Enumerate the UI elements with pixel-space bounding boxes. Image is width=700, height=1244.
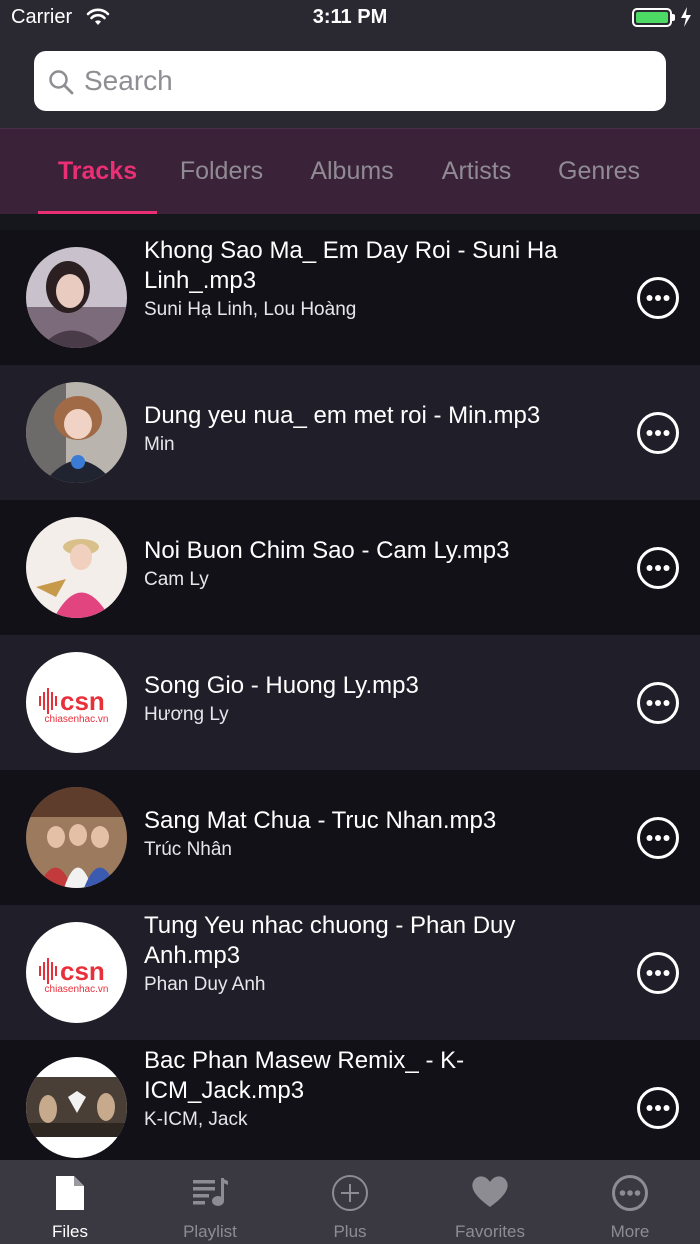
track-title: Khong Sao Ma_ Em Day Roi - Suni Ha Linh_… [144,237,558,294]
plus-circle-icon [332,1175,368,1211]
search-input[interactable] [84,51,644,111]
track-artist: Suni Hạ Linh, Lou Hoàng [144,299,357,320]
tab-label: Plus [333,1222,367,1241]
album-art [26,1057,127,1158]
album-art [26,382,127,483]
track-title: Song Gio - Huong Ly.mp3 [144,672,419,699]
more-options-icon[interactable] [636,276,680,320]
track-artist: Trúc Nhân [144,839,232,860]
track-artist: K-ICM, Jack [144,1109,248,1130]
heart-icon [472,1176,508,1207]
track-list[interactable]: Khong Sao Ma_ Em Day Roi - Suni Ha Linh_… [0,230,700,1160]
csn-logo-text: csn [60,686,105,716]
album-art [26,247,127,348]
track-row[interactable]: Bac Phan Masew Remix_ - K-ICM_Jack.mp3 K… [0,1040,700,1160]
csn-logo-subtext: chiasenhac.vn [45,984,109,995]
more-circle-icon [612,1175,648,1211]
battery-icon [632,8,672,27]
header: Carrier 3:11 PM [0,0,700,128]
track-artist: Phan Duy Anh [144,974,266,995]
tab-albums[interactable]: Albums [296,129,408,215]
track-title: Noi Buon Chim Sao - Cam Ly.mp3 [144,537,510,564]
tab-artists[interactable]: Artists [426,129,527,215]
album-art [26,787,127,888]
track-title: Tung Yeu nhac chuong - Phan Duy Anh.mp3 [144,912,516,969]
tab-label: Favorites [455,1222,525,1241]
file-icon [56,1176,84,1210]
csn-logo-text: csn [60,956,105,986]
track-row[interactable]: csn chiasenhac.vn Song Gio - Huong Ly.mp… [0,635,700,770]
charging-bolt-icon [681,7,691,27]
track-row[interactable]: Dung yeu nua_ em met roi - Min.mp3 Min [0,365,700,500]
more-options-icon[interactable] [636,681,680,725]
track-artist: Hương Ly [144,704,229,725]
csn-logo: csn chiasenhac.vn [26,922,127,1023]
more-options-icon[interactable] [636,1086,680,1130]
tab-more[interactable]: More [560,1160,700,1244]
tab-genres[interactable]: Genres [545,129,653,215]
tab-tracks[interactable]: Tracks [38,129,157,215]
tab-folders[interactable]: Folders [165,129,278,215]
more-options-icon[interactable] [636,411,680,455]
status-bar: Carrier 3:11 PM [0,0,700,36]
search-bar[interactable] [34,51,666,111]
more-options-icon[interactable] [636,546,680,590]
battery-nub [672,14,675,21]
track-row[interactable]: Noi Buon Chim Sao - Cam Ly.mp3 Cam Ly [0,500,700,635]
tab-label: More [610,1222,650,1241]
tab-plus[interactable]: Plus [280,1160,420,1244]
clock: 3:11 PM [312,6,388,28]
bottom-tab-bar: Files Playlist Plus Favorites More [0,1160,700,1244]
track-title: Dung yeu nua_ em met roi - Min.mp3 [144,402,541,429]
track-row[interactable]: Khong Sao Ma_ Em Day Roi - Suni Ha Linh_… [0,230,700,365]
category-tabs: Tracks Folders Albums Artists Genres [0,128,700,214]
more-options-icon[interactable] [636,816,680,860]
tab-files[interactable]: Files [0,1160,140,1244]
tab-favorites[interactable]: Favorites [420,1160,560,1244]
album-art [26,517,127,618]
track-row[interactable]: Sang Mat Chua - Truc Nhan.mp3 Trúc Nhân [0,770,700,905]
tab-label: Playlist [183,1222,237,1241]
csn-logo: csn chiasenhac.vn [26,652,127,753]
more-options-icon[interactable] [636,951,680,995]
track-artist: Cam Ly [144,569,209,590]
playlist-icon [193,1178,228,1206]
active-tab-indicator [38,211,157,214]
track-title: Bac Phan Masew Remix_ - K-ICM_Jack.mp3 [144,1047,465,1104]
track-row[interactable]: csn chiasenhac.vn Tung Yeu nhac chuong -… [0,905,700,1040]
track-artist: Min [144,434,175,455]
tab-playlist[interactable]: Playlist [140,1160,280,1244]
csn-logo-subtext: chiasenhac.vn [45,714,109,725]
search-icon [49,70,74,95]
track-title: Sang Mat Chua - Truc Nhan.mp3 [144,807,497,834]
tab-label: Files [52,1222,88,1241]
